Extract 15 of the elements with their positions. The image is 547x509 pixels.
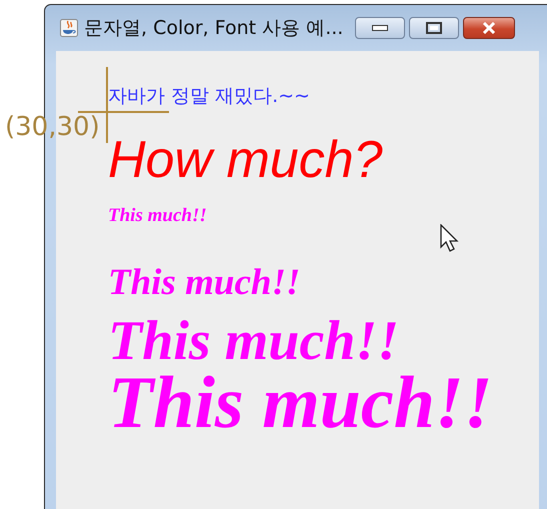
minimize-icon bbox=[372, 25, 388, 31]
close-icon bbox=[481, 22, 498, 34]
maximize-icon bbox=[426, 22, 442, 34]
coffee-cup-icon bbox=[60, 19, 78, 37]
maximize-button[interactable] bbox=[409, 17, 460, 39]
sample-text: 자바가 정말 재밌다.~~ bbox=[108, 87, 310, 106]
sample-text: This much!! bbox=[108, 313, 399, 369]
sample-text: How much? bbox=[108, 134, 383, 186]
sample-text: This much!! bbox=[108, 264, 300, 301]
minimize-button[interactable] bbox=[355, 17, 406, 39]
close-button[interactable] bbox=[463, 17, 516, 39]
cursor-icon bbox=[440, 224, 460, 254]
sample-text: This much!! bbox=[108, 206, 207, 225]
window-title: 문자열, Color, Font 사용 예... bbox=[84, 16, 344, 41]
sample-text: This much!! bbox=[108, 366, 493, 440]
